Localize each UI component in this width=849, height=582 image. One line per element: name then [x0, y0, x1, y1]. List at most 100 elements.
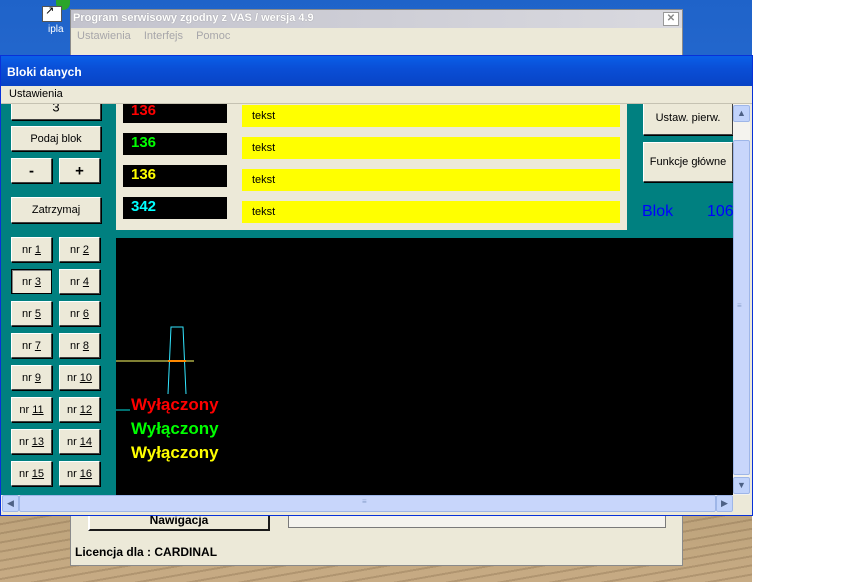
- nr-button-1[interactable]: nr 1: [11, 237, 52, 262]
- nr-button-2[interactable]: nr 2: [59, 237, 100, 262]
- menu-ustawienia[interactable]: Ustawienia: [9, 88, 63, 100]
- status-line-1: Wyłączony: [131, 395, 219, 414]
- value-1: 136: [131, 104, 157, 119]
- nr-button-7[interactable]: nr 7: [11, 333, 52, 358]
- nr-button-label: nr 13: [12, 436, 51, 448]
- nr-number: 6: [82, 307, 89, 320]
- value-box-1: 136: [123, 104, 227, 123]
- nr-number: 10: [79, 371, 93, 384]
- nr-number: 8: [82, 339, 89, 352]
- bloki-window-title: Bloki danych: [7, 65, 82, 79]
- grip-icon: ≡: [737, 301, 742, 310]
- nr-prefix: nr: [70, 307, 80, 320]
- nr-button-15[interactable]: nr 15: [11, 461, 52, 486]
- nr-prefix: nr: [22, 275, 32, 288]
- nr-button-label: nr 10: [60, 372, 99, 384]
- nr-button-11[interactable]: nr 11: [11, 397, 52, 422]
- nr-button-4[interactable]: nr 4: [59, 269, 100, 294]
- signal-graph: Wyłączony Wyłączony Wyłączony: [116, 238, 733, 495]
- text-box-4: tekst: [242, 201, 620, 223]
- main-window-title: Program serwisowy zgodny z VAS / wersja …: [73, 12, 314, 24]
- nr-prefix: nr: [66, 435, 77, 448]
- nr-number: 14: [79, 435, 93, 448]
- nr-button-14[interactable]: nr 14: [59, 429, 100, 454]
- nr-button-16[interactable]: nr 16: [59, 461, 100, 486]
- nr-prefix: nr: [66, 403, 77, 416]
- bloki-window-menubar: Ustawienia: [9, 88, 63, 100]
- nr-prefix: nr: [22, 339, 32, 352]
- value-box-4: 342: [123, 197, 227, 219]
- nr-button-5[interactable]: nr 5: [11, 301, 52, 326]
- nr-button-10[interactable]: nr 10: [59, 365, 100, 390]
- menu-ustawienia[interactable]: Ustawienia: [77, 30, 131, 42]
- main-window-menubar: Ustawienia Interfejs Pomoc: [77, 30, 240, 42]
- nr-button-label: nr 9: [12, 372, 51, 384]
- value-2: 136: [131, 134, 157, 151]
- nr-number: 13: [31, 435, 45, 448]
- nr-number: 15: [31, 467, 45, 480]
- scroll-up-icon[interactable]: ▲: [733, 105, 750, 122]
- close-icon[interactable]: ✕: [663, 12, 679, 26]
- value-4: 342: [131, 198, 157, 215]
- value-box-3: 136: [123, 165, 227, 187]
- licence-label: Licencja dla : CARDINAL: [75, 545, 218, 559]
- nr-button-9[interactable]: nr 9: [11, 365, 52, 390]
- main-window-titlebar[interactable]: Program serwisowy zgodny z VAS / wersja …: [71, 10, 682, 28]
- shortcut-icon[interactable]: [42, 4, 62, 22]
- vertical-scrollbar[interactable]: ▲ ≡ ▼: [733, 104, 750, 495]
- block-number-display: 3: [11, 104, 101, 120]
- nr-button-13[interactable]: nr 13: [11, 429, 52, 454]
- horizontal-scrollbar[interactable]: ◀ ≡ ▶: [1, 495, 733, 512]
- blok-number: 106: [707, 203, 733, 220]
- nr-button-3[interactable]: nr 3: [11, 269, 52, 294]
- nr-number: 2: [82, 243, 89, 256]
- nr-prefix: nr: [70, 275, 80, 288]
- nr-button-label: nr 6: [60, 308, 99, 320]
- initial-settings-button[interactable]: Ustaw. pierw.: [643, 104, 733, 135]
- values-panel: 136 tekst 136 tekst 136 tekst 342 tekst: [116, 104, 627, 230]
- nr-button-6[interactable]: nr 6: [59, 301, 100, 326]
- value-box-2: 136: [123, 133, 227, 155]
- bloki-window-titlebar[interactable]: Bloki danych: [1, 56, 752, 86]
- scroll-down-icon[interactable]: ▼: [733, 477, 750, 494]
- nr-prefix: nr: [70, 339, 80, 352]
- scroll-right-icon[interactable]: ▶: [716, 495, 733, 512]
- grip-icon: ≡: [362, 497, 367, 506]
- bloki-danych-window: Bloki danych Ustawienia 3 Podaj blok - +…: [0, 55, 753, 516]
- scrollbar-corner: [733, 495, 750, 512]
- nr-number: 4: [82, 275, 89, 288]
- nr-prefix: nr: [19, 403, 30, 416]
- bloki-client-area: 3 Podaj blok - + Zatrzymaj nr 1 nr 2 nr 3n…: [1, 104, 733, 495]
- desktop-icon-label[interactable]: ipla: [48, 24, 64, 35]
- scroll-left-icon[interactable]: ◀: [2, 495, 19, 512]
- nr-button-label: nr 12: [60, 404, 99, 416]
- nr-prefix: nr: [18, 435, 29, 448]
- horizontal-scroll-thumb[interactable]: ≡: [19, 495, 716, 512]
- nr-number: 9: [34, 371, 41, 384]
- nr-button-label: nr 8: [60, 340, 99, 352]
- get-block-button[interactable]: Podaj blok: [11, 126, 101, 151]
- nr-button-8[interactable]: nr 8: [59, 333, 100, 358]
- nr-prefix: nr: [18, 467, 29, 480]
- text-box-2: tekst: [242, 137, 620, 159]
- nr-button-label: nr 2: [60, 244, 99, 256]
- nr-button-label: nr 5: [12, 308, 51, 320]
- nr-number: 11: [32, 403, 44, 416]
- nr-button-label: nr 14: [60, 436, 99, 448]
- status-line-2: Wyłączony: [131, 419, 219, 438]
- nr-button-12[interactable]: nr 12: [59, 397, 100, 422]
- nr-button-label: nr 11: [12, 404, 51, 416]
- text-box-1: tekst: [242, 105, 620, 127]
- vertical-scroll-thumb[interactable]: ≡: [733, 140, 750, 475]
- stop-button[interactable]: Zatrzymaj: [11, 197, 101, 223]
- menu-pomoc[interactable]: Pomoc: [196, 30, 230, 42]
- main-functions-button[interactable]: Funkcje główne: [643, 142, 733, 182]
- nr-number: 5: [34, 307, 41, 320]
- menu-interfejs[interactable]: Interfejs: [144, 30, 183, 42]
- nr-button-label: nr 4: [60, 276, 99, 288]
- nr-prefix: nr: [66, 467, 77, 480]
- minus-button[interactable]: -: [11, 158, 52, 183]
- nr-button-label: nr 1: [12, 244, 51, 256]
- plus-button[interactable]: +: [59, 158, 100, 183]
- nr-prefix: nr: [66, 371, 77, 384]
